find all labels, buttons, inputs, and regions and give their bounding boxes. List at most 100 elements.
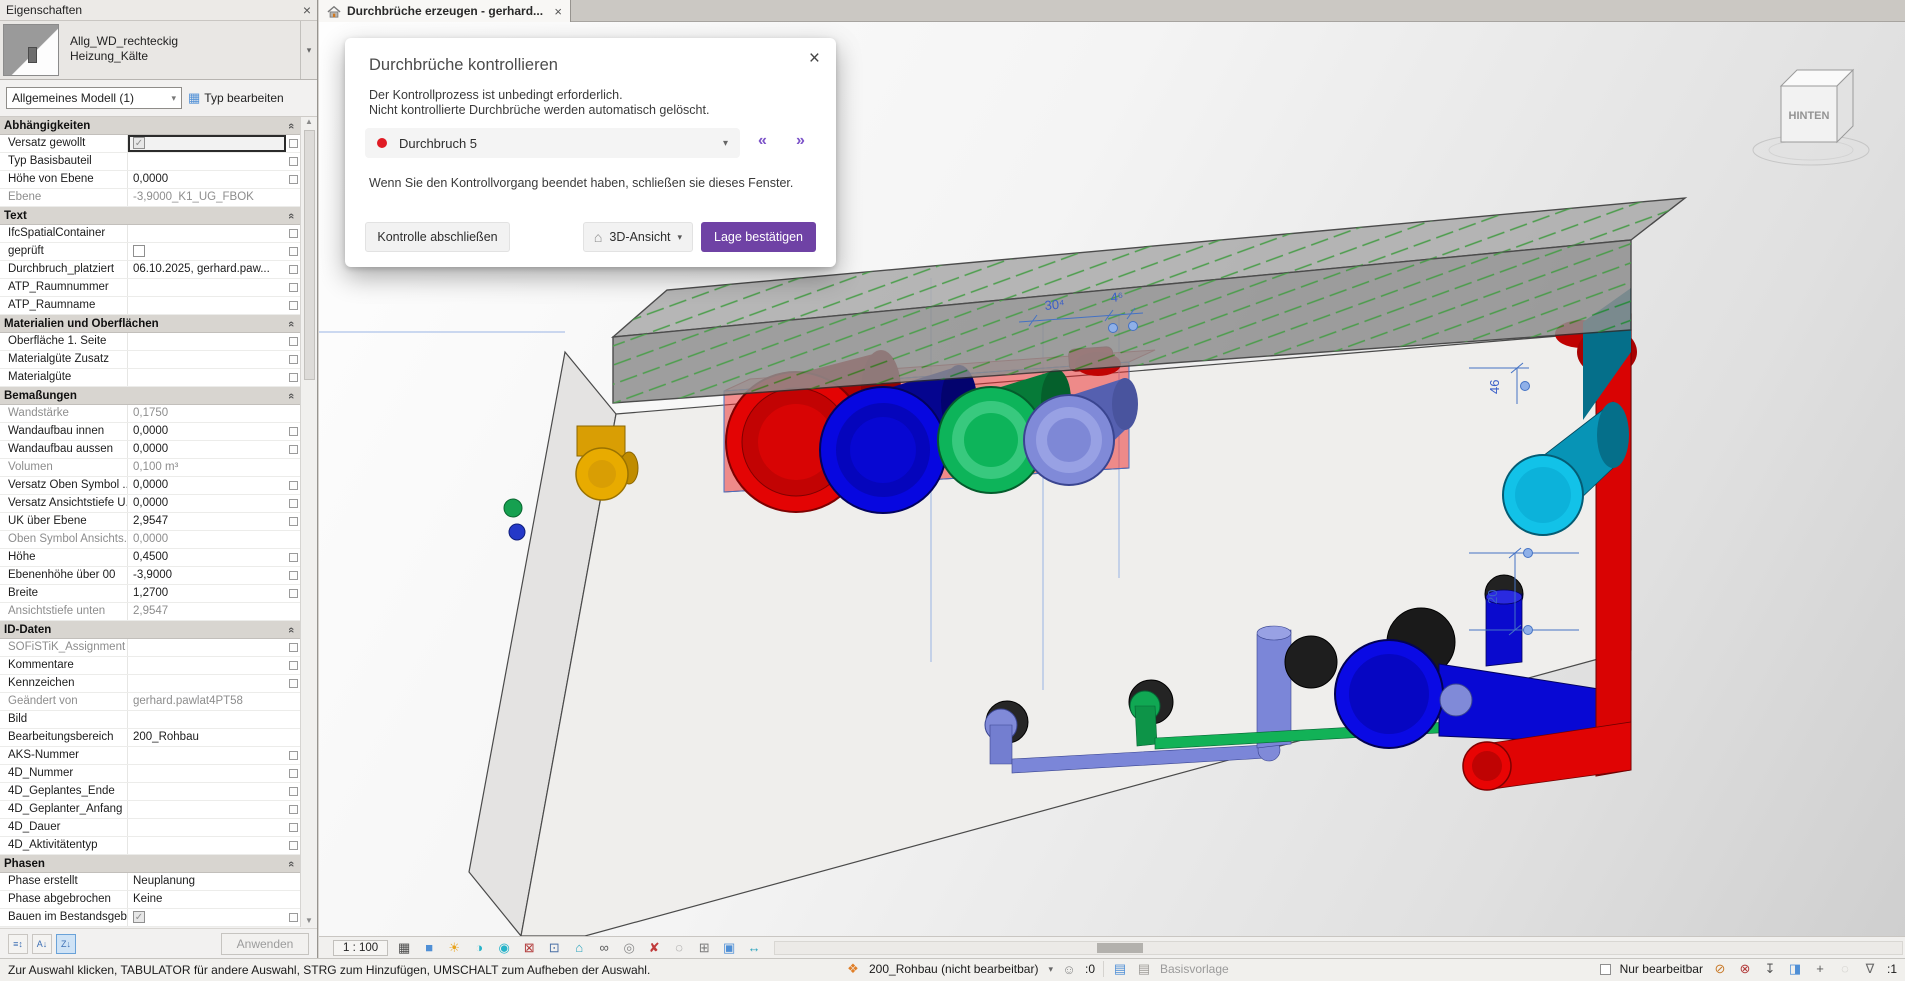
temporary-hide-isolate-icon[interactable]: ∞ <box>595 939 613 957</box>
properties-scrollbar[interactable]: ▲ ▼ <box>300 117 317 927</box>
property-row[interactable]: Durchbruch_platziert06.10.2025, gerhard.… <box>0 261 301 279</box>
associate-parameter-box[interactable] <box>289 517 298 526</box>
property-row[interactable]: AKS-Nummer <box>0 747 301 765</box>
property-value[interactable] <box>128 333 286 350</box>
select-underlay-elements-icon[interactable]: ⊗ <box>1737 961 1753 977</box>
property-row[interactable]: Ansichtstiefe unten2,9547 <box>0 603 301 621</box>
property-row[interactable]: Typ Basisbauteil <box>0 153 301 171</box>
associate-parameter-box[interactable] <box>289 589 298 598</box>
property-value[interactable]: 0,0000 <box>128 171 286 188</box>
next-button[interactable]: » <box>796 132 805 150</box>
property-value[interactable] <box>128 675 286 692</box>
apply-button[interactable]: Anwenden <box>221 933 309 955</box>
associate-parameter-box[interactable] <box>289 139 298 148</box>
property-value[interactable] <box>128 225 286 242</box>
property-value[interactable]: 06.10.2025, gerhard.paw... <box>128 261 286 278</box>
property-row[interactable]: Höhe von Ebene0,0000 <box>0 171 301 189</box>
property-row[interactable]: 4D_Nummer <box>0 765 301 783</box>
property-value[interactable]: -3,9000 <box>128 567 286 584</box>
pipe-blue-vertical-small[interactable] <box>1485 575 1523 666</box>
confirm-position-button[interactable]: Lage bestätigen <box>701 222 816 252</box>
property-value[interactable]: Keine <box>128 891 286 908</box>
sort-ascending-button[interactable]: A↓ <box>32 934 52 954</box>
view-properties-list-icon[interactable]: ▤ <box>1112 961 1128 977</box>
previous-button[interactable]: « <box>758 132 767 150</box>
property-row[interactable]: Oberfläche 1. Seite <box>0 333 301 351</box>
property-row[interactable]: ATP_Raumname <box>0 297 301 315</box>
finish-control-button[interactable]: Kontrolle abschließen <box>365 222 510 252</box>
associate-parameter-box[interactable] <box>289 445 298 454</box>
associate-parameter-box[interactable] <box>289 265 298 274</box>
property-value[interactable] <box>128 279 286 296</box>
associate-parameter-box[interactable] <box>289 373 298 382</box>
view-cube[interactable]: HINTEN <box>1753 70 1869 165</box>
property-value[interactable]: gerhard.pawlat4PT58 <box>128 693 286 710</box>
property-value[interactable]: ✓ <box>128 135 286 152</box>
property-value[interactable]: -3,9000_K1_UG_FBOK <box>128 189 286 206</box>
property-row[interactable]: Geändert vongerhard.pawlat4PT58 <box>0 693 301 711</box>
property-value[interactable] <box>128 765 286 782</box>
property-row[interactable]: Wandaufbau aussen0,0000 <box>0 441 301 459</box>
hide-analytical-model-icon[interactable]: ◌ <box>670 939 688 957</box>
property-value[interactable] <box>128 369 286 386</box>
associate-parameter-box[interactable] <box>289 661 298 670</box>
checkbox[interactable]: ✓ <box>133 911 145 923</box>
post-selection-icon[interactable]: ◌ <box>1837 961 1853 977</box>
property-value[interactable]: 200_Rohbau <box>128 729 286 746</box>
property-row[interactable]: Ebenenhöhe über 00-3,9000 <box>0 567 301 585</box>
scale-button[interactable]: 1 : 100 <box>333 940 388 956</box>
property-row[interactable]: Bearbeitungsbereich200_Rohbau <box>0 729 301 747</box>
measure-icon[interactable]: ↔ <box>745 939 763 957</box>
associate-parameter-box[interactable] <box>289 643 298 652</box>
render-icon[interactable]: ◉ <box>495 939 513 957</box>
section-header[interactable]: ID-Daten« <box>0 621 301 639</box>
visual-style-icon[interactable]: ■ <box>420 939 438 957</box>
detail-level-icon[interactable]: ▦ <box>395 939 413 957</box>
collapse-icon[interactable]: « <box>285 392 297 398</box>
property-row[interactable]: UK über Ebene2,9547 <box>0 513 301 531</box>
collapse-icon[interactable]: « <box>285 320 297 326</box>
property-value[interactable] <box>128 297 286 314</box>
property-value[interactable] <box>128 243 286 260</box>
associate-parameter-box[interactable] <box>289 175 298 184</box>
selection-filter-icon[interactable]: ∇ <box>1862 961 1878 977</box>
property-row[interactable]: 4D_Aktivitätentyp <box>0 837 301 855</box>
temporary-view-properties-icon[interactable]: ✘ <box>645 939 663 957</box>
associate-parameter-box[interactable] <box>289 571 298 580</box>
property-value[interactable]: 0,0000 <box>128 531 286 548</box>
property-row[interactable]: Versatz gewollt✓ <box>0 135 301 153</box>
select-pinned-elements-icon[interactable]: ↧ <box>1762 961 1778 977</box>
collapse-icon[interactable]: « <box>285 212 297 218</box>
property-value[interactable]: 0,0000 <box>128 441 286 458</box>
associate-parameter-box[interactable] <box>289 355 298 364</box>
edit-type-button[interactable]: ▦ Typ bearbeiten <box>188 90 284 106</box>
property-row[interactable]: IfcSpatialContainer <box>0 225 301 243</box>
category-filter-dropdown[interactable]: Allgemeines Modell (1) ▾ <box>6 87 182 109</box>
property-value[interactable] <box>128 351 286 368</box>
property-row[interactable]: Versatz Oben Symbol ...0,0000 <box>0 477 301 495</box>
property-row[interactable]: Höhe0,4500 <box>0 549 301 567</box>
reveal-constraints-icon[interactable]: ▣ <box>720 939 738 957</box>
property-value[interactable]: 1,2700 <box>128 585 286 602</box>
view-tab[interactable]: Durchbrüche erzeugen - gerhard... × <box>319 0 571 22</box>
scrollbar-thumb[interactable] <box>304 130 315 380</box>
property-row[interactable]: Wandstärke0,1750 <box>0 405 301 423</box>
collapse-icon[interactable]: « <box>285 860 297 866</box>
pipe-stubs-left[interactable] <box>504 499 525 540</box>
close-icon[interactable]: × <box>554 4 562 19</box>
collapse-icon[interactable]: « <box>285 122 297 128</box>
property-row[interactable]: Kommentare <box>0 657 301 675</box>
associate-parameter-box[interactable] <box>289 805 298 814</box>
only-editable-checkbox[interactable] <box>1600 964 1611 975</box>
property-value[interactable]: 0,4500 <box>128 549 286 566</box>
checkbox[interactable] <box>133 245 145 257</box>
close-icon[interactable]: × <box>809 48 820 70</box>
associate-parameter-box[interactable] <box>289 283 298 292</box>
section-header[interactable]: Phasen« <box>0 855 301 873</box>
drawing-area[interactable]: 30⁴ 4⁶ 46 20 <box>319 22 1905 936</box>
select-links-icon[interactable]: ⊘ <box>1712 961 1728 977</box>
property-row[interactable]: SOFiSTiK_Assignment <box>0 639 301 657</box>
property-value[interactable] <box>128 783 286 800</box>
property-row[interactable]: Materialgüte <box>0 369 301 387</box>
associate-parameter-box[interactable] <box>289 247 298 256</box>
